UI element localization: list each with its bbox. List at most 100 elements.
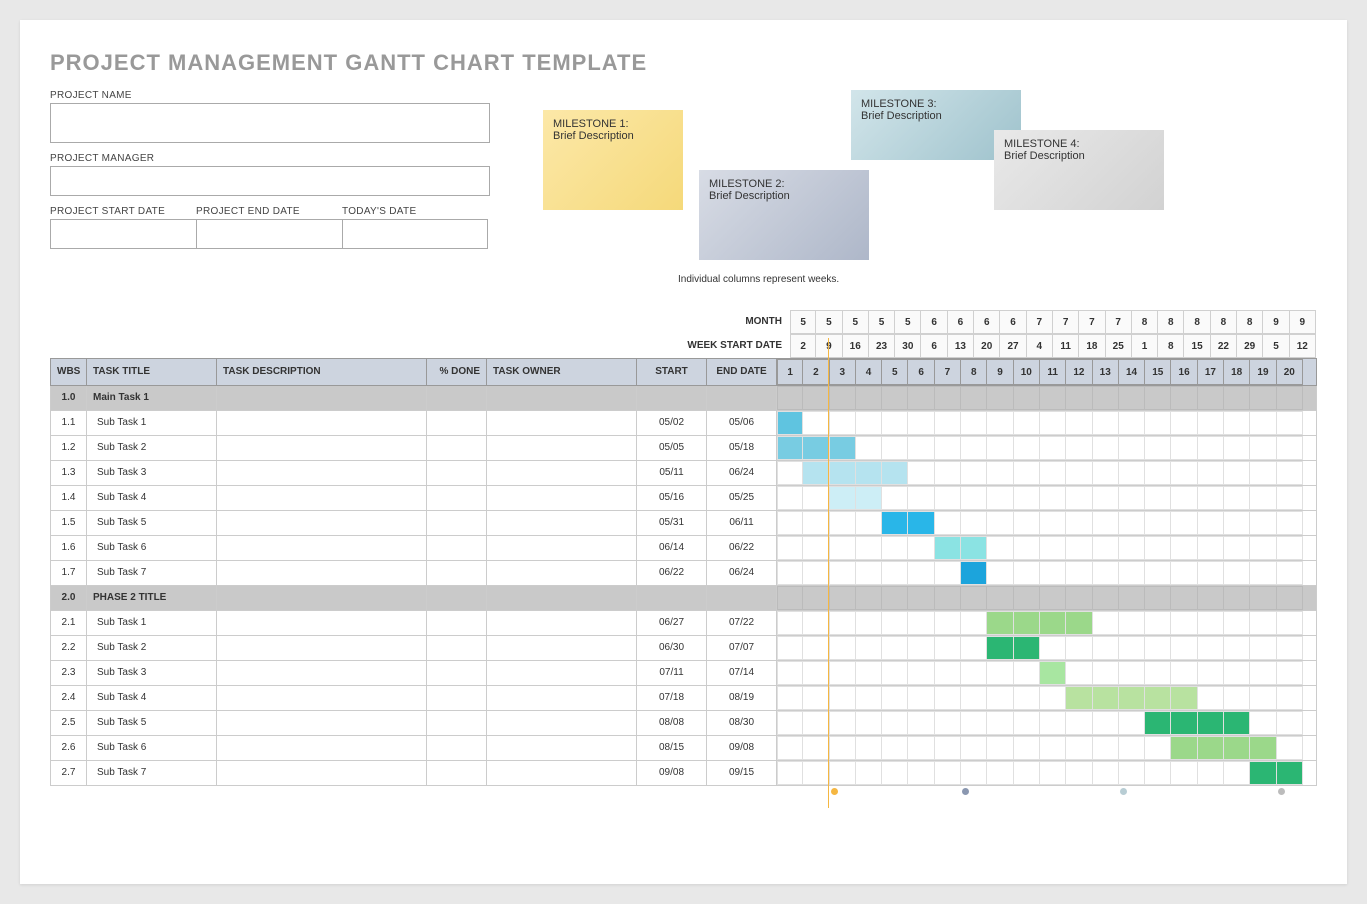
- cell-title: Sub Task 6: [87, 536, 217, 560]
- gantt-cell: [961, 411, 987, 435]
- gantt-cell: [882, 436, 908, 460]
- timeline-cell: 7: [1106, 310, 1132, 334]
- gantt-cell: [935, 561, 961, 585]
- gantt-cell: [1093, 611, 1119, 635]
- timeline-cell: 6: [948, 310, 974, 334]
- timeline-cell: 27: [1000, 334, 1026, 358]
- today-date-input[interactable]: [342, 219, 488, 249]
- gantt-cell: [1250, 536, 1276, 560]
- task-row[interactable]: 1.1Sub Task 105/0205/06: [50, 411, 1317, 436]
- cell-sd: 05/31: [637, 511, 707, 535]
- gantt-cell: [1250, 686, 1276, 710]
- end-date-label: PROJECT END DATE: [196, 206, 342, 217]
- task-row[interactable]: 1.3Sub Task 305/1106/24: [50, 461, 1317, 486]
- gantt-cell: [882, 486, 908, 510]
- gantt-cell: [777, 661, 803, 685]
- cell-pct: [427, 586, 487, 610]
- gantt-bar: [1014, 637, 1039, 659]
- gantt-cell: [1224, 711, 1250, 735]
- task-row[interactable]: 2.3Sub Task 307/1107/14: [50, 661, 1317, 686]
- cell-pct: [427, 561, 487, 585]
- gantt-cell: [1119, 586, 1145, 610]
- gantt-bar: [1093, 687, 1118, 709]
- task-row[interactable]: 1.5Sub Task 505/3106/11: [50, 511, 1317, 536]
- gantt-cell: [908, 611, 934, 635]
- gantt-cell: [987, 536, 1013, 560]
- gantt-cell: [908, 661, 934, 685]
- cell-own: [487, 711, 637, 735]
- gantt-cell: [803, 536, 829, 560]
- end-date-input[interactable]: [196, 219, 342, 249]
- milestone-2[interactable]: MILESTONE 2: Brief Description: [699, 170, 869, 260]
- gantt-cell: [1066, 761, 1092, 785]
- task-row[interactable]: 2.2Sub Task 206/3007/07: [50, 636, 1317, 661]
- meta-area: PROJECT NAME PROJECT MANAGER PROJECT STA…: [50, 90, 1317, 290]
- task-row[interactable]: 1.7Sub Task 706/2206/24: [50, 561, 1317, 586]
- gantt-cell: [882, 711, 908, 735]
- cell-wbs: 2.7: [51, 761, 87, 785]
- task-row[interactable]: 2.7Sub Task 709/0809/15: [50, 761, 1317, 786]
- timeline-cell: 2: [790, 334, 816, 358]
- cell-desc: [217, 561, 427, 585]
- task-row[interactable]: 2.6Sub Task 608/1509/08: [50, 736, 1317, 761]
- gantt-cell: [1040, 611, 1066, 635]
- gantt-cell: [1224, 461, 1250, 485]
- task-row[interactable]: 1.2Sub Task 205/0505/18: [50, 436, 1317, 461]
- gantt-cell: [1277, 611, 1303, 635]
- cell-sd: 06/30: [637, 636, 707, 660]
- milestone-4[interactable]: MILESTONE 4: Brief Description: [994, 130, 1164, 210]
- timeline-cell: 8: [1132, 310, 1158, 334]
- phase-row[interactable]: 2.0PHASE 2 TITLE: [50, 586, 1317, 611]
- gantt-cell: [1066, 586, 1092, 610]
- gantt-cell: [1224, 761, 1250, 785]
- cell-pct: [427, 436, 487, 460]
- gantt-cell: [908, 411, 934, 435]
- gantt-cell: [1277, 586, 1303, 610]
- gantt-cell: [908, 761, 934, 785]
- gantt-cell: [935, 761, 961, 785]
- gantt-cell: [777, 411, 803, 435]
- column-header-row: WBS TASK TITLE TASK DESCRIPTION % DONE T…: [50, 358, 1317, 386]
- project-manager-input[interactable]: [50, 166, 490, 196]
- gantt-cell: [1198, 736, 1224, 760]
- gantt-cell: [856, 636, 882, 660]
- gantt-cell: [961, 636, 987, 660]
- page-title: PROJECT MANAGEMENT GANTT CHART TEMPLATE: [50, 50, 1317, 76]
- project-name-input[interactable]: [50, 103, 490, 143]
- cell-sd: 09/08: [637, 761, 707, 785]
- cell-ed: 09/08: [707, 736, 777, 760]
- task-row[interactable]: 1.4Sub Task 405/1605/25: [50, 486, 1317, 511]
- gantt-cell: [935, 436, 961, 460]
- cell-desc: [217, 411, 427, 435]
- gantt-cell: [1224, 661, 1250, 685]
- milestone-1[interactable]: MILESTONE 1: Brief Description: [543, 110, 683, 210]
- task-row[interactable]: 2.4Sub Task 407/1808/19: [50, 686, 1317, 711]
- gantt-cell: [1145, 761, 1171, 785]
- today-date-field: TODAY'S DATE: [342, 206, 488, 249]
- timeline-cell: 6: [1000, 310, 1026, 334]
- task-row[interactable]: 2.5Sub Task 508/0808/30: [50, 711, 1317, 736]
- gantt-cell: [1171, 386, 1197, 410]
- start-date-input[interactable]: [50, 219, 196, 249]
- timeline-cell: 1: [777, 359, 803, 385]
- phase-row[interactable]: 1.0Main Task 1: [50, 386, 1317, 411]
- gantt-cell: [1040, 661, 1066, 685]
- gantt-cell: [830, 561, 856, 585]
- cell-wbs: 1.4: [51, 486, 87, 510]
- gantt-cell: [1093, 586, 1119, 610]
- cell-title: Sub Task 3: [87, 661, 217, 685]
- gantt-cell: [1145, 686, 1171, 710]
- task-row[interactable]: 1.6Sub Task 606/1406/22: [50, 536, 1317, 561]
- gantt-bar: [1224, 737, 1249, 759]
- gantt-bar: [1250, 737, 1275, 759]
- cell-wbs: 1.1: [51, 411, 87, 435]
- gantt-cell: [1277, 711, 1303, 735]
- gantt-cells: [777, 411, 1303, 435]
- gantt-bar: [1066, 612, 1091, 634]
- timeline-cell: 6: [974, 310, 1000, 334]
- cell-own: [487, 761, 637, 785]
- cell-sd: [637, 586, 707, 610]
- task-row[interactable]: 2.1Sub Task 106/2707/22: [50, 611, 1317, 636]
- gantt-cell: [1171, 536, 1197, 560]
- cell-own: [487, 461, 637, 485]
